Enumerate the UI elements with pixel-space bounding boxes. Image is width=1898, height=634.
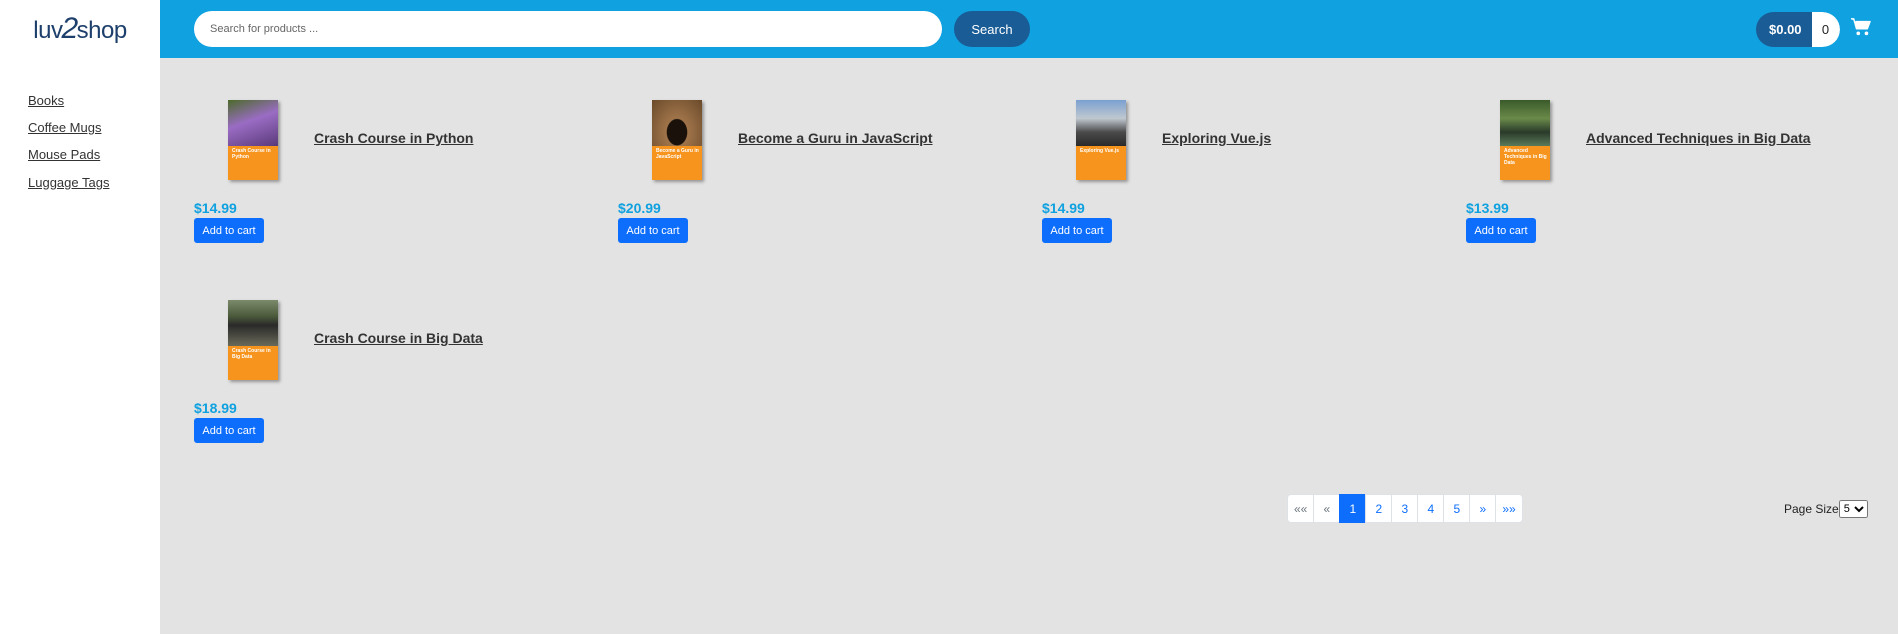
product-name-link[interactable]: Advanced Techniques in Big Data bbox=[1586, 130, 1811, 146]
product-price: $18.99 bbox=[194, 400, 237, 416]
product-name-link[interactable]: Crash Course in Python bbox=[314, 130, 473, 146]
product-name-link[interactable]: Exploring Vue.js bbox=[1162, 130, 1271, 146]
logo[interactable]: luv2shop bbox=[0, 0, 160, 58]
sidebar-item-coffee-mugs[interactable]: Coffee Mugs bbox=[28, 120, 101, 135]
cover-photo bbox=[228, 100, 278, 146]
product-name-link[interactable]: Crash Course in Big Data bbox=[314, 330, 483, 346]
product-price: $14.99 bbox=[1042, 200, 1085, 216]
add-to-cart-button[interactable]: Add to cart bbox=[1042, 218, 1112, 243]
product-price: $13.99 bbox=[1466, 200, 1509, 216]
page-size-select[interactable]: 5 bbox=[1838, 500, 1868, 518]
top-navbar: luv2shop Search $0.00 0 bbox=[0, 0, 1898, 58]
product-price: $14.99 bbox=[194, 200, 237, 216]
cart-total: $0.00 bbox=[1756, 12, 1812, 47]
pagination: «« « 1 2 3 4 5 » »» bbox=[1287, 494, 1523, 523]
previous-page-button[interactable]: « bbox=[1313, 494, 1341, 523]
cover-photo bbox=[1500, 100, 1550, 146]
sidebar-item-books[interactable]: Books bbox=[28, 93, 64, 108]
cover-title: Become a Guru in JavaScript bbox=[656, 148, 699, 160]
book-cover-image[interactable]: Become a Guru in JavaScript bbox=[652, 100, 702, 180]
add-to-cart-button[interactable]: Add to cart bbox=[194, 418, 264, 443]
page-2-button[interactable]: 2 bbox=[1365, 494, 1393, 523]
add-to-cart-button[interactable]: Add to cart bbox=[1466, 218, 1536, 243]
search-button[interactable]: Search bbox=[954, 11, 1030, 47]
product-card: Crash Course in Big Data Crash Course in… bbox=[194, 300, 614, 450]
add-to-cart-button[interactable]: Add to cart bbox=[194, 218, 264, 243]
cover-photo bbox=[228, 300, 278, 346]
next-page-button[interactable]: » bbox=[1469, 494, 1497, 523]
cover-photo bbox=[1076, 100, 1126, 146]
cover-photo bbox=[652, 100, 702, 146]
book-cover-image[interactable]: Advanced Techniques in Big Data bbox=[1500, 100, 1550, 180]
logo-text: luv2shop bbox=[33, 12, 127, 45]
product-card: Exploring Vue.js Exploring Vue.js $14.99… bbox=[1042, 100, 1462, 250]
page-1-button[interactable]: 1 bbox=[1339, 494, 1367, 523]
cover-title: Exploring Vue.js bbox=[1080, 148, 1119, 154]
book-cover-image[interactable]: Crash Course in Python bbox=[228, 100, 278, 180]
last-page-button[interactable]: »» bbox=[1495, 494, 1523, 523]
page-size-label: Page Size bbox=[1784, 502, 1839, 516]
sidebar-item-mouse-pads[interactable]: Mouse Pads bbox=[28, 147, 100, 162]
first-page-button[interactable]: «« bbox=[1287, 494, 1315, 523]
page-3-button[interactable]: 3 bbox=[1391, 494, 1419, 523]
cover-title: Crash Course in Python bbox=[232, 148, 271, 160]
cover-title: Advanced Techniques in Big Data bbox=[1504, 148, 1547, 166]
product-price: $20.99 bbox=[618, 200, 661, 216]
search-input[interactable] bbox=[194, 11, 942, 47]
shopping-cart-icon[interactable] bbox=[1850, 17, 1872, 37]
cart-quantity: 0 bbox=[1811, 12, 1840, 47]
product-card: Become a Guru in JavaScript Become a Gur… bbox=[618, 100, 1038, 250]
book-cover-image[interactable]: Exploring Vue.js bbox=[1076, 100, 1126, 180]
book-cover-image[interactable]: Crash Course in Big Data bbox=[228, 300, 278, 380]
product-card: Advanced Techniques in Big Data Advanced… bbox=[1466, 100, 1886, 250]
add-to-cart-button[interactable]: Add to cart bbox=[618, 218, 688, 243]
cover-title: Crash Course in Big Data bbox=[232, 348, 271, 360]
category-sidebar: Books Coffee Mugs Mouse Pads Luggage Tag… bbox=[0, 58, 160, 634]
page-size-control: Page Size 5 bbox=[1784, 500, 1868, 518]
cart-status[interactable]: $0.00 0 bbox=[1756, 12, 1840, 47]
page-5-button[interactable]: 5 bbox=[1443, 494, 1471, 523]
product-card: Crash Course in Python Crash Course in P… bbox=[194, 100, 614, 250]
page-4-button[interactable]: 4 bbox=[1417, 494, 1445, 523]
sidebar-item-luggage-tags[interactable]: Luggage Tags bbox=[28, 175, 109, 190]
product-name-link[interactable]: Become a Guru in JavaScript bbox=[738, 130, 933, 146]
